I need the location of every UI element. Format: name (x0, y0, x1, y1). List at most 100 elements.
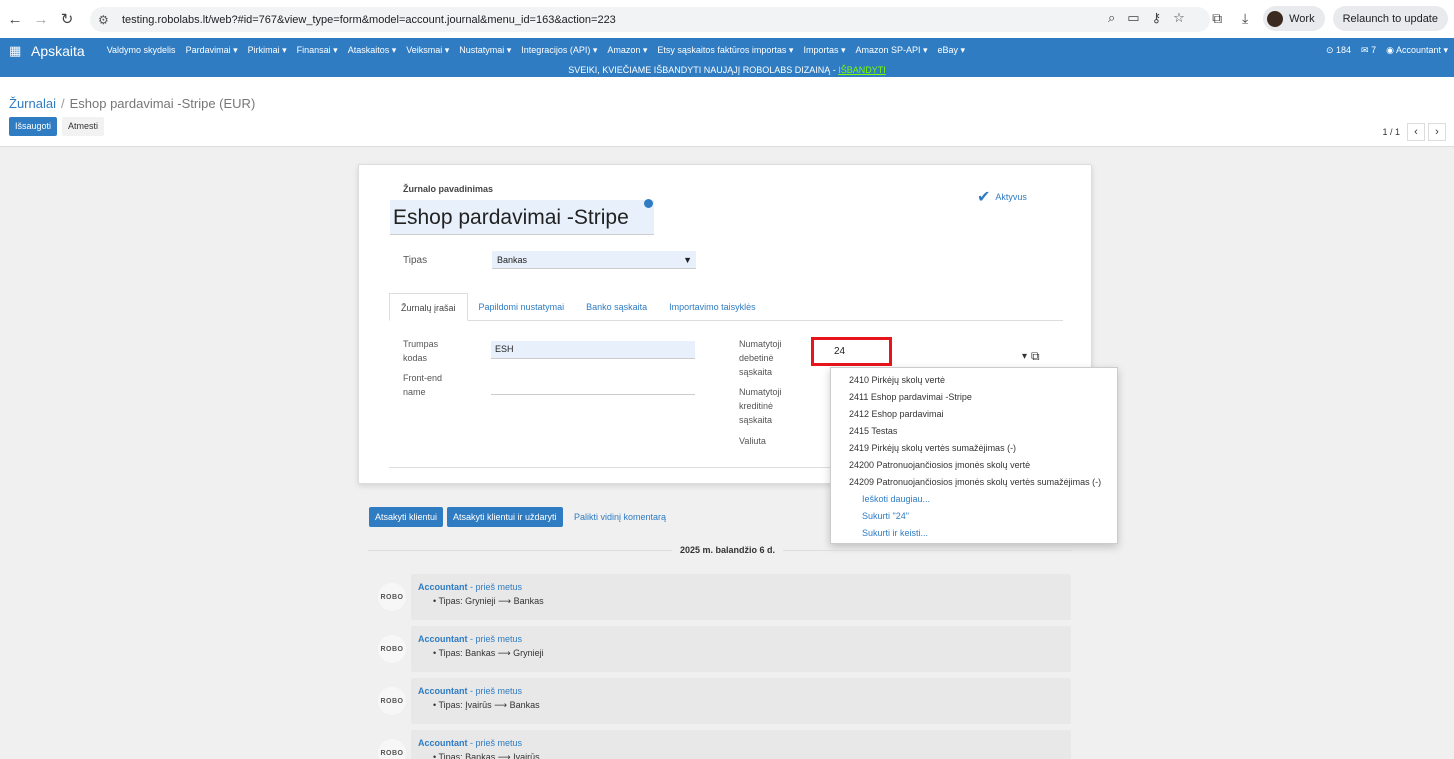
frontend-name-label: Front-end name (403, 371, 442, 399)
menu-item[interactable]: Nustatymai ▾ (459, 45, 511, 56)
discard-button[interactable]: Atmesti (62, 117, 105, 136)
account-option[interactable]: 2415 Testas (831, 423, 1117, 440)
message-author[interactable]: Accountant (418, 582, 468, 592)
credit-label-line1: Numatytoji (739, 387, 782, 397)
control-panel: Žurnalai / Eshop pardavimai -Stripe (EUR) … (0, 77, 1454, 147)
debit-account-label: Numatytoji debetinė sąskaita (739, 337, 782, 379)
form-tab[interactable]: Žurnalų įrašai (389, 293, 468, 321)
check-icon: ✔ (977, 189, 991, 206)
caret-down-icon[interactable]: ▾ (1022, 351, 1027, 362)
breadcrumb-current: Eshop pardavimai -Stripe (EUR) (69, 96, 256, 111)
currency-label: Valiuta (739, 436, 766, 446)
reply-close-button[interactable]: Atsakyti klientui ir uždaryti (447, 507, 563, 527)
message-author[interactable]: Accountant (418, 634, 468, 644)
menu-item[interactable]: Etsy sąskaitos faktūros importas ▾ (657, 45, 793, 56)
frontend-label-line1: Front-end (403, 373, 443, 383)
reply-button[interactable]: Atsakyti klientui (369, 507, 444, 527)
pager-prev-icon[interactable]: ‹ (1407, 123, 1425, 141)
type-value: Bankas (497, 255, 528, 265)
message-time: - prieš metus (467, 634, 523, 644)
back-icon[interactable]: ← (4, 8, 26, 30)
menu-item[interactable]: Amazon ▾ (607, 45, 647, 56)
active-toggle[interactable]: ✔ Aktyvus (977, 187, 1027, 207)
account-option[interactable]: 2411 Eshop pardavimai -Stripe (831, 389, 1117, 406)
debit-label-line2: debetinė (739, 353, 774, 363)
menu-item[interactable]: Integracijos (API) ▾ (521, 45, 597, 56)
banner-try-link[interactable]: IŠBANDYTI (838, 65, 886, 75)
search-more-link[interactable]: Ieškoti daugiau... (831, 491, 1117, 508)
tracking-value: Tipas: Grynieji ⟶ Bankas (438, 596, 544, 606)
account-option[interactable]: 24200 Patronuojančiosios įmonės skolų ve… (831, 457, 1117, 474)
short-code-input[interactable]: ESH (491, 341, 695, 359)
form-tab[interactable]: Papildomi nustatymai (468, 293, 576, 321)
promo-banner: SVEIKI, KVIEČIAME IŠBANDYTI NAUJĄJĮ ROBO… (0, 63, 1454, 77)
form-tab[interactable]: Banko sąskaita (575, 293, 658, 321)
bookmark-star-icon[interactable]: ☆ (1173, 10, 1185, 26)
menu-item[interactable]: Finansai ▾ (297, 45, 338, 56)
tracking-change: • Tipas: Bankas ⟶ Grynieji (433, 648, 544, 658)
author-avatar: ROBO (378, 635, 406, 663)
translate-globe-icon[interactable] (644, 199, 653, 208)
menu-item[interactable]: Ataskaitos ▾ (348, 45, 397, 56)
chatter-message: Accountant - prieš metus • Tipas: Bankas … (411, 730, 1071, 759)
journal-name-input[interactable]: Eshop pardavimai -Stripe (390, 200, 654, 235)
chatter-message: Accountant - prieš metus • Tipas: Įvairūs… (411, 678, 1071, 724)
breadcrumb-parent[interactable]: Žurnalai (9, 96, 56, 111)
url-text: testing.robolabs.lt/web?#id=767&view_typ… (122, 13, 616, 26)
menu-item[interactable]: Pirkimai ▾ (248, 45, 287, 56)
create-link[interactable]: Sukurti "24" (831, 508, 1117, 525)
author-avatar: ROBO (378, 583, 406, 611)
short-code-label-line1: Trumpas (403, 339, 439, 349)
debit-account-input[interactable]: 24 (811, 337, 892, 366)
menu-item[interactable]: eBay ▾ (938, 45, 966, 56)
messages-counter[interactable]: ✉ 7 (1361, 45, 1376, 56)
reload-icon[interactable]: ↻ (56, 8, 78, 30)
password-key-icon[interactable]: ⚷ (1152, 10, 1162, 26)
menu-item[interactable]: Importas ▾ (803, 45, 845, 56)
apps-grid-icon[interactable]: ▦ (9, 43, 23, 59)
short-code-label: Trumpas kodas (403, 337, 438, 365)
message-author[interactable]: Accountant (418, 738, 468, 748)
pager-value: 1 / 1 (1382, 127, 1400, 137)
user-menu[interactable]: ◉ Accountant ▾ (1386, 45, 1448, 56)
app-brand[interactable]: Apskaita (31, 43, 85, 59)
account-option[interactable]: 24209 Patronuojančiosios įmonės skolų ve… (831, 474, 1117, 491)
menu-item[interactable]: Valdymo skydelis (107, 45, 176, 56)
menu-item[interactable]: Pardavimai ▾ (186, 45, 238, 56)
account-option[interactable]: 2412 Eshop pardavimai (831, 406, 1117, 423)
message-author[interactable]: Accountant (418, 686, 468, 696)
profile-chip[interactable]: Work (1263, 6, 1325, 31)
address-bar[interactable]: ⚙ testing.robolabs.lt/web?#id=767&view_t… (90, 7, 1210, 32)
extensions-icon[interactable]: ⧉ (1207, 10, 1227, 27)
pager-next-icon[interactable]: › (1428, 123, 1446, 141)
save-button[interactable]: Išsaugoti (9, 117, 58, 136)
create-edit-link[interactable]: Sukurti ir keisti... (831, 525, 1117, 542)
menu-item[interactable]: Amazon SP-API ▾ (856, 45, 928, 56)
messages-count: 7 (1371, 45, 1377, 55)
form-tab[interactable]: Importavimo taisyklės (658, 293, 767, 321)
date-separator: 2025 m. balandžio 6 d. (672, 545, 784, 555)
external-link-icon[interactable]: ⧉ (1031, 349, 1040, 364)
account-option[interactable]: 2410 Pirkėjų skolų vertė (831, 372, 1117, 389)
install-icon[interactable]: ▭ (1127, 10, 1139, 26)
zoom-icon[interactable]: ⌕ (1108, 10, 1115, 26)
pager: 1 / 1 ‹ › (1382, 123, 1446, 141)
message-header: Accountant - prieš metus (418, 738, 522, 748)
menu-item[interactable]: Veiksmai ▾ (406, 45, 449, 56)
frontend-name-input[interactable] (491, 377, 695, 395)
author-avatar: ROBO (378, 739, 406, 759)
internal-note-link[interactable]: Palikti vidinį komentarą (574, 512, 666, 522)
site-info-icon[interactable]: ⚙ (98, 13, 116, 27)
type-select[interactable]: Bankas ▼ (492, 251, 696, 269)
forward-icon[interactable]: → (30, 8, 52, 30)
app-navbar: ▦ Apskaita Valdymo skydelis Pardavimai ▾ P… (0, 38, 1454, 63)
message-time: - prieš metus (467, 686, 523, 696)
profile-avatar (1267, 10, 1284, 27)
download-icon[interactable]: ⤓ (1235, 10, 1255, 27)
tracking-value: Tipas: Bankas ⟶ Įvairūs (438, 752, 540, 759)
message-time: - prieš metus (467, 582, 523, 592)
notifications-counter[interactable]: ⊙ 184 (1326, 45, 1351, 56)
account-option[interactable]: 2419 Pirkėjų skolų vertės sumažėjimas (-… (831, 440, 1117, 457)
chatter-message: Accountant - prieš metus • Tipas: Bankas … (411, 626, 1071, 672)
relaunch-button[interactable]: Relaunch to update (1332, 6, 1448, 31)
